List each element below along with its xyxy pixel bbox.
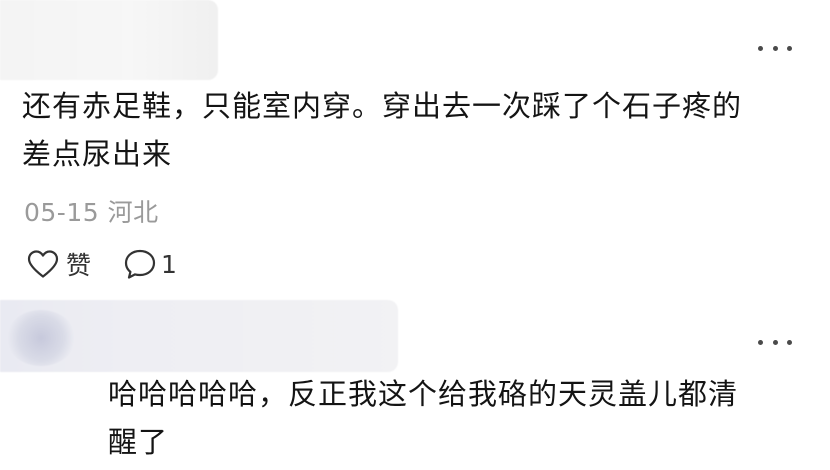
comment-actions: 赞 1 (26, 244, 177, 284)
comment-text-line: 哈哈哈哈哈，反正我这个给我硌的天灵盖儿都清 (108, 377, 739, 411)
avatar (6, 310, 76, 366)
comment-meta: 05-15 河北 (24, 193, 159, 229)
comment-bubble-icon (124, 249, 156, 279)
more-dots-icon (758, 339, 763, 345)
comment-location: 河北 (107, 198, 159, 227)
comment-item: 还有赤足鞋，只能室内穿。穿出去一次踩了个石子疼的 差点尿出来 05-15 河北 … (0, 0, 830, 300)
heart-icon (27, 250, 59, 278)
reply-button[interactable]: 1 (123, 248, 177, 280)
blurred-user-header (0, 0, 218, 80)
like-button[interactable]: 赞 (26, 246, 91, 282)
more-options-button[interactable] (758, 332, 792, 352)
comment-text: 还有赤足鞋，只能室内穿。穿出去一次踩了个石子疼的 差点尿出来 (22, 82, 802, 178)
comment-date: 05-15 (24, 198, 100, 227)
comment-text-line: 醒了 (108, 425, 169, 459)
comment-text-line: 还有赤足鞋，只能室内穿。穿出去一次踩了个石子疼的 (22, 89, 743, 123)
blurred-user-header (0, 300, 398, 372)
more-dots-icon (758, 45, 763, 51)
reply-count: 1 (161, 249, 177, 279)
like-label: 赞 (66, 251, 92, 280)
comment-text: 哈哈哈哈哈，反正我这个给我硌的天灵盖儿都清 醒了 (108, 370, 798, 466)
more-options-button[interactable] (758, 38, 792, 58)
comment-item: 哈哈哈哈哈，反正我这个给我硌的天灵盖儿都清 醒了 (0, 300, 830, 470)
comment-text-line: 差点尿出来 (22, 137, 173, 171)
